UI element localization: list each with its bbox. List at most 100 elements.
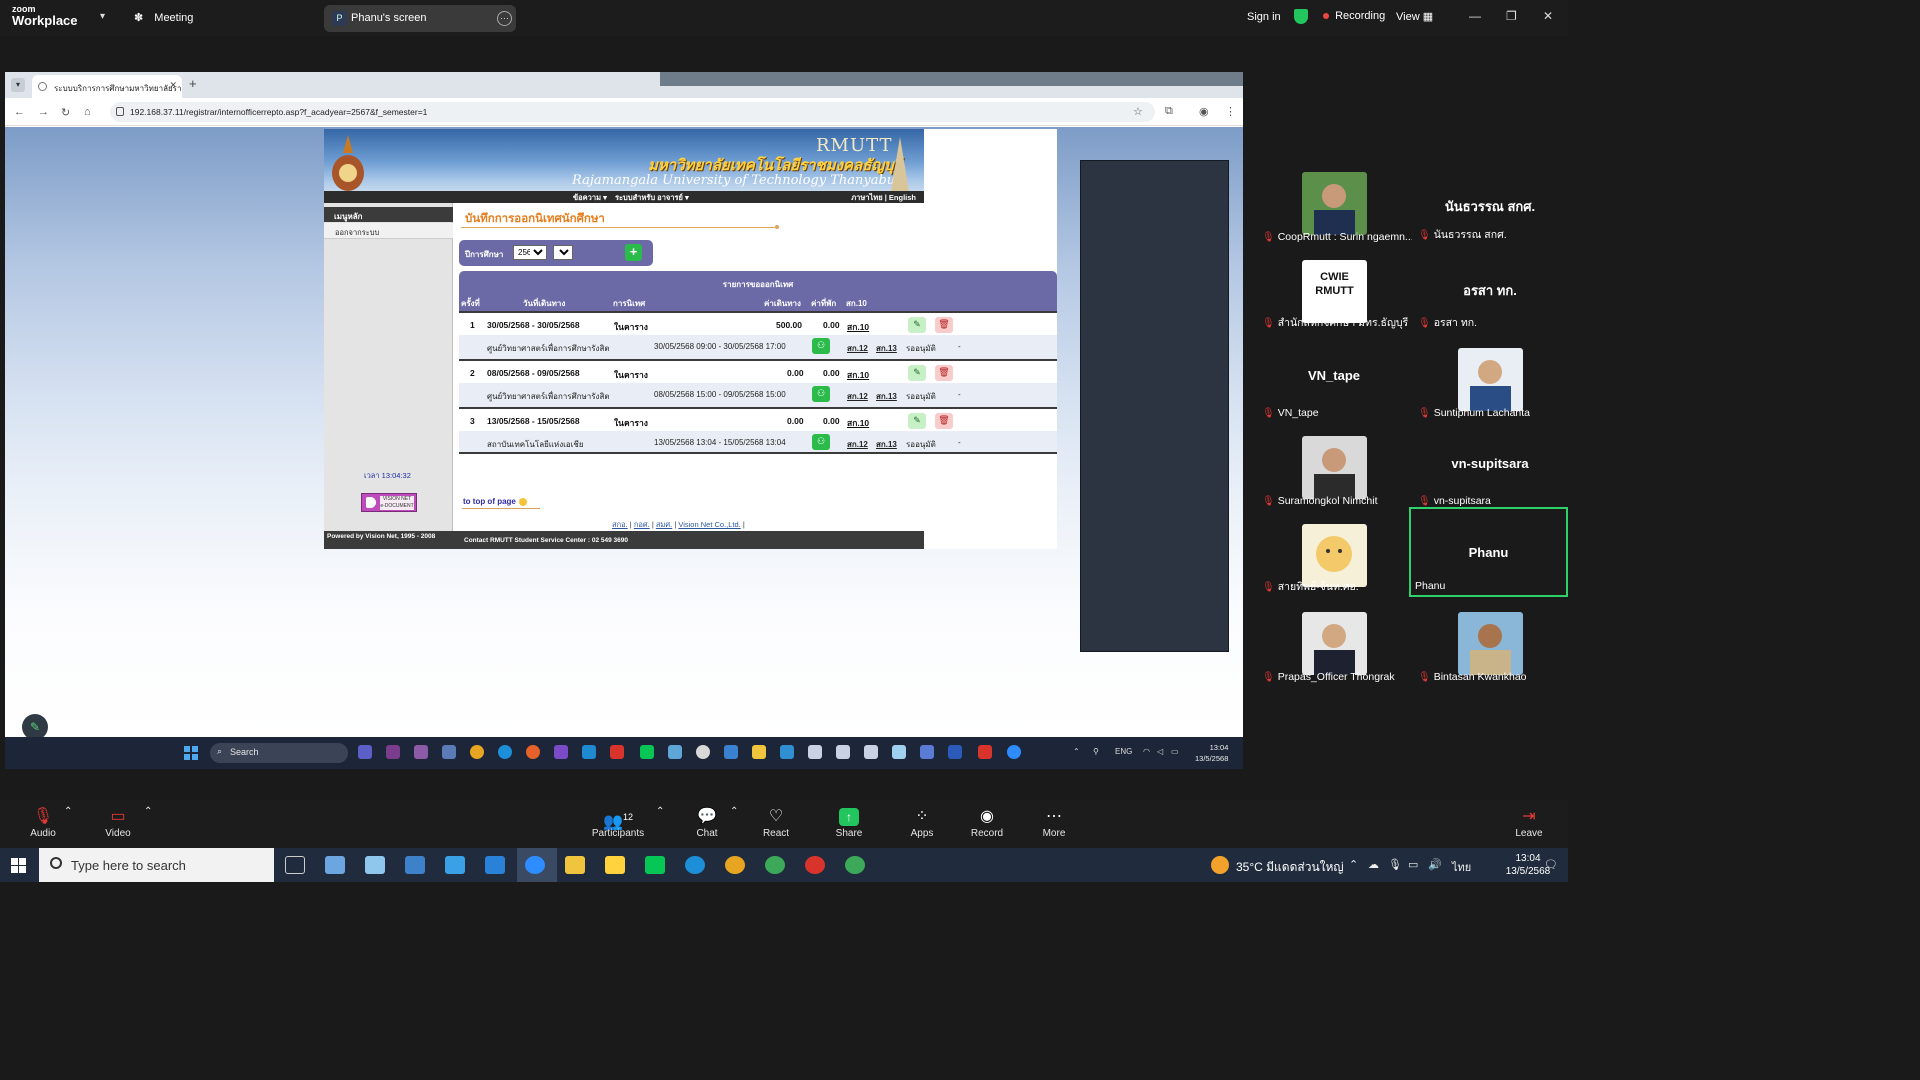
participant-tile[interactable]: VN_tape 🎙 VN_tape <box>1256 336 1412 423</box>
weather-icon[interactable] <box>1211 856 1229 874</box>
app-icon[interactable] <box>386 745 400 759</box>
chevron-down-icon[interactable]: ▾ <box>100 11 105 22</box>
notifications-icon[interactable]: 🗨 <box>1544 858 1558 871</box>
document-app-icon[interactable] <box>808 745 822 759</box>
edge-icon[interactable] <box>498 745 512 759</box>
address-bar[interactable]: 192.168.37.11/registrar/internofficerrep… <box>110 102 1155 122</box>
document-app-icon[interactable] <box>836 745 850 759</box>
edit-icon[interactable]: ✎ <box>908 317 926 333</box>
share-button[interactable]: ↑ Share <box>833 806 865 839</box>
weather-text[interactable]: 35°C มีแดดส่วนใหญ่ <box>1236 858 1344 877</box>
store-icon[interactable] <box>445 856 465 874</box>
document-app-icon[interactable] <box>864 745 878 759</box>
delete-icon[interactable]: 🗑 <box>935 365 953 381</box>
participants-options-chevron-icon[interactable]: ⌃ <box>656 806 664 817</box>
app-icon[interactable] <box>668 745 682 759</box>
chevron-up-icon[interactable]: ⌃ <box>1073 747 1080 756</box>
app-icon[interactable] <box>610 745 624 759</box>
video-options-chevron-icon[interactable]: ⌃ <box>144 806 152 817</box>
line-icon[interactable] <box>640 745 654 759</box>
folder-icon[interactable] <box>752 745 766 759</box>
student-icon[interactable]: ⚇ <box>812 434 830 450</box>
chrome-icon[interactable] <box>470 745 484 759</box>
form-10-link[interactable]: สก.10 <box>847 320 869 334</box>
notepad-icon[interactable] <box>892 745 906 759</box>
network-status-icon[interactable]: ⚲ <box>1093 747 1099 756</box>
calculator-icon[interactable] <box>405 856 425 874</box>
language-switch[interactable]: ภาษาไทย | English <box>851 192 916 204</box>
participant-tile[interactable]: อรสา ทก. 🎙 อรสา ทก. <box>1412 248 1568 335</box>
microphone-icon[interactable]: 🎙 <box>1388 858 1402 871</box>
forward-icon[interactable]: → <box>38 106 49 118</box>
bookmark-star-icon[interactable]: ☆ <box>1133 105 1143 118</box>
participant-tile[interactable]: 🎙 Bintasan Kwankhao <box>1412 600 1568 687</box>
active-speaker-tile[interactable]: Phanu Phanu <box>1409 507 1568 597</box>
word-icon[interactable] <box>948 745 962 759</box>
app-icon[interactable] <box>365 856 385 874</box>
footer-link[interactable]: สกอ. <box>612 520 628 529</box>
record-button[interactable]: ◉ Record <box>968 806 1006 839</box>
audio-options-chevron-icon[interactable]: ⌃ <box>64 806 72 817</box>
restore-icon[interactable]: ❐ <box>1506 9 1517 23</box>
participant-tile[interactable]: 🎙 CoopRmutt : Surin ngaemn... <box>1256 160 1412 247</box>
student-icon[interactable]: ⚇ <box>812 386 830 402</box>
participant-tile[interactable]: นันธวรรณ สกศ. 🎙 นันธวรรณ สกศ. <box>1412 160 1568 247</box>
leave-button[interactable]: ⇥ Leave <box>1512 806 1546 839</box>
edit-icon[interactable]: ✎ <box>908 365 926 381</box>
participant-tile[interactable]: 🎙 Prapas_Officer Thongrak <box>1256 600 1412 687</box>
more-button[interactable]: ⋯ More <box>1038 806 1070 839</box>
app-icon[interactable] <box>442 745 456 759</box>
new-tab-icon[interactable]: + <box>189 76 197 91</box>
app-icon[interactable] <box>325 856 345 874</box>
close-icon[interactable]: ✕ <box>1543 9 1553 23</box>
home-icon[interactable]: ⌂ <box>84 106 91 118</box>
delete-icon[interactable]: 🗑 <box>935 317 953 333</box>
academic-year-select[interactable]: 2567 <box>513 245 547 260</box>
language-indicator[interactable]: ไทย <box>1452 858 1471 876</box>
zoom-app-icon[interactable] <box>525 856 545 874</box>
participant-tile[interactable]: 🎙 Suntiphum Lachanta <box>1412 336 1568 423</box>
app-icon[interactable] <box>780 745 794 759</box>
edit-icon[interactable]: ✎ <box>908 413 926 429</box>
vision-net-badge[interactable]: VISION NET e-DOCUMENT <box>361 493 417 512</box>
participants-button[interactable]: 👥12 Participants <box>588 806 648 839</box>
to-top-link[interactable]: to top of page <box>463 497 527 506</box>
add-trip-button[interactable]: + <box>625 244 642 261</box>
reload-icon[interactable]: ↻ <box>61 106 70 119</box>
volume-icon[interactable]: 🔊 <box>1428 858 1442 871</box>
line-icon[interactable] <box>645 856 665 874</box>
shield-app-icon[interactable] <box>724 745 738 759</box>
student-icon[interactable]: ⚇ <box>812 338 830 354</box>
app-icon[interactable] <box>978 745 992 759</box>
chevron-up-icon[interactable]: ⌃ <box>1349 858 1358 871</box>
form-13-link[interactable]: สก.13 <box>876 438 897 451</box>
wifi-icon[interactable]: ◠ <box>1143 747 1150 756</box>
participant-tile[interactable]: 🎙 สายทิพย์-จ้นท.ศอ. <box>1256 512 1412 599</box>
more-icon[interactable]: ··· <box>497 11 512 26</box>
browser-tab[interactable]: ระบบบริการการศึกษามหาวิทยาลัยรา ✕ <box>32 75 182 98</box>
form-10-link[interactable]: สก.10 <box>847 416 869 430</box>
teams-icon[interactable] <box>358 745 372 759</box>
network-icon[interactable]: ▭ <box>1408 858 1418 871</box>
share-indicator[interactable]: P Phanu's screen ··· <box>324 5 516 32</box>
shared-taskbar-search[interactable]: ⌕ Search <box>210 743 348 763</box>
participant-tile[interactable]: 🎙 Suramongkol Nimchit <box>1256 424 1412 511</box>
zoom-app-icon[interactable] <box>1007 745 1021 759</box>
form-12-link[interactable]: สก.12 <box>847 438 868 451</box>
logout-link[interactable]: ออกจากระบบ <box>324 223 453 239</box>
menu-messages[interactable]: ข้อความ ▾ <box>573 192 607 204</box>
chrome-icon[interactable] <box>805 856 825 874</box>
vscode-icon[interactable] <box>582 745 596 759</box>
volume-icon[interactable]: ◁ <box>1157 747 1163 756</box>
semester-select[interactable]: 1 <box>553 245 573 260</box>
back-icon[interactable]: ← <box>14 106 25 118</box>
windows-start-icon[interactable] <box>184 746 198 760</box>
form-12-link[interactable]: สก.12 <box>847 342 868 355</box>
view-button[interactable]: View ▦ <box>1396 10 1433 23</box>
minimize-icon[interactable]: — <box>1469 9 1481 23</box>
app-icon[interactable] <box>414 745 428 759</box>
footer-link[interactable]: สมศ. <box>656 520 672 529</box>
chrome-icon[interactable] <box>845 856 865 874</box>
browser-menu-icon[interactable]: ⋮ <box>1225 105 1236 118</box>
video-button[interactable]: ▭ Video <box>101 806 135 839</box>
